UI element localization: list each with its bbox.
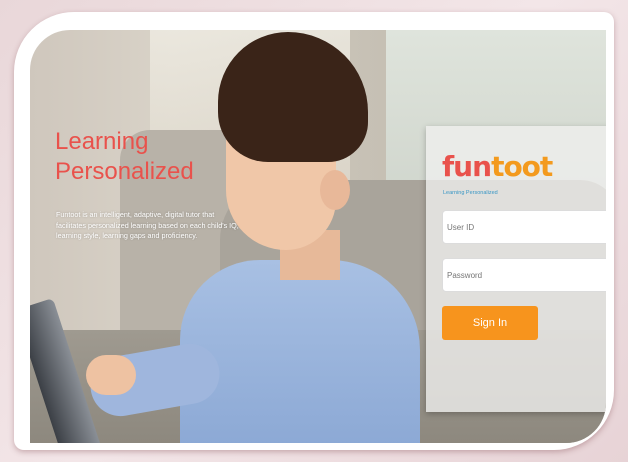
logo-tagline: Learning Personalized: [443, 190, 498, 196]
boy-ear: [320, 170, 350, 210]
boy-hand: [86, 355, 136, 395]
login-card: funtoot Learning Personalized Sign In: [426, 126, 606, 412]
funtoot-logo: funtoot: [442, 150, 553, 183]
headline-line-2: Personalized: [55, 158, 194, 185]
hero-description: Funtoot is an intelligent, adaptive, dig…: [56, 210, 239, 240]
boy-shirt: [180, 260, 420, 443]
logo-suffix: toot: [491, 150, 553, 183]
hero-banner: Learning Personalized Funtoot is an inte…: [30, 30, 606, 443]
user-id-input[interactable]: [442, 210, 606, 244]
logo-text: funtoot: [442, 150, 553, 183]
logo-prefix: fun: [442, 150, 492, 183]
headline-line-1: Learning: [55, 128, 149, 155]
sign-in-button[interactable]: Sign In: [442, 306, 538, 340]
hero-headline: Learning Personalized: [55, 127, 194, 187]
password-input[interactable]: [442, 258, 606, 292]
